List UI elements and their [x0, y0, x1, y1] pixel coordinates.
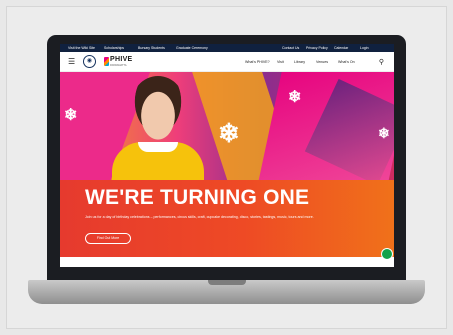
menu-icon[interactable]: ☰ [68, 57, 75, 66]
nav-link-venues[interactable]: Venues [316, 60, 328, 64]
brand-subtitle: PARRAMATTA [110, 64, 127, 67]
utility-bar: Visit the Wiki Site Scholarships Bursary… [60, 44, 394, 52]
utility-link-calendar[interactable]: Calendar [334, 46, 348, 50]
hero-photo-collar [138, 142, 178, 152]
chat-icon[interactable] [381, 248, 393, 260]
main-nav: ☰ ◉ PHIVE PARRAMATTA What's PHIVE? Visit… [60, 52, 394, 72]
snowflake-icon: ❄ [378, 125, 390, 141]
laptop-notch [208, 280, 246, 285]
utility-link-1[interactable]: Visit the Wiki Site [68, 46, 95, 50]
brand-name[interactable]: PHIVE [110, 56, 133, 63]
hero-banner: ❄ ❄ ❄ ❄ WE'RE TURNING ONE Join us for a … [60, 72, 394, 257]
nav-link-whats-phive[interactable]: What's PHIVE? [245, 60, 270, 64]
utility-link-3[interactable]: Bursary Students [138, 46, 165, 50]
phive-logo-mark [104, 57, 109, 66]
hero-headline: WE'RE TURNING ONE [85, 186, 310, 209]
utility-link-contact[interactable]: Contact Us [282, 46, 299, 50]
nav-link-visit[interactable]: Visit [277, 60, 284, 64]
nav-link-library[interactable]: Library [294, 60, 305, 64]
utility-link-2[interactable]: Scholarships [104, 46, 124, 50]
laptop-screen: Visit the Wiki Site Scholarships Bursary… [60, 44, 394, 267]
utility-link-privacy[interactable]: Privacy Policy [306, 46, 328, 50]
search-icon[interactable]: ⚲ [379, 58, 384, 66]
nav-link-whats-on[interactable]: What's On [338, 60, 355, 64]
council-logo[interactable]: ◉ [83, 55, 96, 68]
snowflake-icon: ❄ [218, 118, 240, 148]
hero-photo-child [130, 76, 186, 140]
utility-link-4[interactable]: Graduate Ceremony [176, 46, 208, 50]
snowflake-icon: ❄ [64, 107, 78, 124]
utility-link-login[interactable]: Login [360, 46, 369, 50]
hero-subtext: Join us for a day of birthday celebratio… [85, 215, 314, 219]
snowflake-icon: ❄ [288, 89, 302, 106]
find-out-more-button[interactable]: Find Out More [85, 233, 131, 244]
